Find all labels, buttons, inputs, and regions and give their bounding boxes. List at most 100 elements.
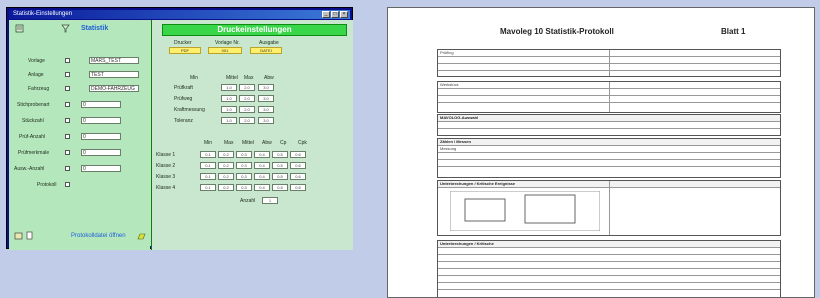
- field-label-stichprobenart: Stichprobenart: [17, 102, 50, 108]
- anlage-checkbox[interactable]: [65, 72, 70, 77]
- document-count-block: Zählen / Messen Messung: [437, 138, 781, 178]
- ausgabe-field[interactable]: DATEI: [250, 47, 282, 54]
- document-mavolog-block: MAVOLOG-Auswahl: [437, 114, 781, 136]
- grid-cell[interactable]: 0.4: [254, 151, 270, 158]
- document-interruptions-block: Unterbrechungen / Kritische: [437, 240, 781, 297]
- pruef-anzahl-input[interactable]: 0: [81, 133, 121, 140]
- grid-cell[interactable]: 0.5: [272, 162, 288, 169]
- field-label-pruefmerkmale: Prüfmerkmale: [18, 150, 50, 156]
- grid-col-header: Min: [204, 140, 213, 146]
- protocol-document-preview: Mavoleg 10 Statistik-Protokoll Blatt 1 P…: [387, 7, 815, 298]
- grid-cell[interactable]: 0.4: [254, 184, 270, 191]
- grid-cell[interactable]: 0.3: [236, 184, 252, 191]
- window-titlebar[interactable]: Statistik-Einstellungen _ □ ×: [9, 10, 350, 19]
- grid-cell[interactable]: 0.6: [290, 173, 306, 180]
- grid-cell[interactable]: 0.6: [290, 184, 306, 191]
- close-button[interactable]: ×: [340, 11, 348, 18]
- mid-cell[interactable]: 2.0: [239, 106, 255, 113]
- stueckzahl-input[interactable]: 0: [81, 117, 121, 124]
- drucker-field[interactable]: PDF: [169, 47, 201, 54]
- fahrzeug-input[interactable]: DEMO-FAHRZEUG: [89, 85, 139, 92]
- mid-cell[interactable]: 3.0: [258, 106, 274, 113]
- col-header-vorlage-nr: Vorlage Nr.: [215, 40, 240, 46]
- anlage-input[interactable]: TEST: [89, 71, 139, 78]
- grid-cell[interactable]: 0.1: [200, 162, 216, 169]
- col-header-drucker: Drucker: [174, 40, 192, 46]
- window-controls: _ □ ×: [322, 11, 348, 18]
- mid-cell[interactable]: 1.0: [221, 84, 237, 91]
- field-label-anlage: Anlage: [28, 72, 44, 78]
- grid-cell[interactable]: 0.3: [236, 162, 252, 169]
- grid-row-label: Klasse 3: [156, 174, 176, 180]
- mid-cell[interactable]: 2.0: [239, 84, 255, 91]
- doc-section-label: Prüfling: [440, 50, 454, 55]
- right-panel: Druckeinstellungen Drucker Vorlage Nr. A…: [151, 20, 353, 250]
- mid-cell[interactable]: 1.0: [221, 106, 237, 113]
- grid-cell[interactable]: 0.6: [290, 162, 306, 169]
- document-info-block: Werkstück: [437, 81, 781, 113]
- document-title: Mavoleg 10 Statistik-Protokoll: [500, 27, 614, 36]
- document-header-block: Prüfling: [437, 49, 781, 77]
- grid-cell[interactable]: 0.3: [236, 173, 252, 180]
- grid-cell[interactable]: 0.2: [218, 162, 234, 169]
- grid-cell[interactable]: 0.5: [272, 184, 288, 191]
- grid-col-header: Cp: [280, 140, 287, 146]
- ausw-anzahl-checkbox[interactable]: [65, 166, 70, 171]
- doc-section-label: Unterbrechungen / Kritische: [440, 241, 494, 246]
- grid-cell[interactable]: 0.1: [200, 151, 216, 158]
- document-mini-chart: [450, 191, 600, 231]
- window-client-area: Statistik Vorlage MARS_TEST Anlage TEST …: [9, 20, 353, 250]
- mid-cell[interactable]: 3.0: [258, 95, 274, 102]
- doc-section-label: Unterbrechungen / Kritische Ereignisse: [440, 181, 516, 186]
- grid-cell[interactable]: 0.5: [272, 173, 288, 180]
- settings-icon[interactable]: [15, 24, 24, 33]
- stichprobenart-checkbox[interactable]: [65, 102, 70, 107]
- mid-cell[interactable]: 2.0: [239, 95, 255, 102]
- maximize-button[interactable]: □: [331, 11, 339, 18]
- mid-cell[interactable]: 1.0: [221, 95, 237, 102]
- doc-section-label: Werkstück: [440, 82, 459, 87]
- vorlage-nr-field[interactable]: 001: [208, 47, 242, 54]
- pruefmerkmale-checkbox[interactable]: [65, 150, 70, 155]
- ausw-anzahl-input[interactable]: 0: [81, 165, 121, 172]
- document-events-block: Unterbrechungen / Kritische Ereignisse: [437, 180, 781, 236]
- grid-cell[interactable]: 0.2: [218, 151, 234, 158]
- folder-icon[interactable]: [14, 231, 23, 240]
- grid-cell[interactable]: 0.3: [236, 151, 252, 158]
- mid-cell[interactable]: 3.0: [258, 84, 274, 91]
- mid-cell[interactable]: 3.0: [258, 117, 274, 124]
- grid-cell[interactable]: 0.5: [272, 151, 288, 158]
- grid-cell[interactable]: 0.2: [218, 173, 234, 180]
- field-label-vorlage: Vorlage: [28, 58, 45, 64]
- minimize-button[interactable]: _: [322, 11, 330, 18]
- vorlage-input[interactable]: MARS_TEST: [89, 57, 139, 64]
- grid-col-header: Cpk: [298, 140, 307, 146]
- statistik-window: Statistik-Einstellungen _ □ × Statistik …: [6, 7, 353, 250]
- right-panel-title: Druckeinstellungen: [162, 24, 347, 36]
- filter-icon[interactable]: [61, 24, 70, 33]
- grid-cell[interactable]: 0.2: [218, 184, 234, 191]
- mid-cell[interactable]: 1.0: [221, 117, 237, 124]
- mid-cell[interactable]: 2.0: [239, 117, 255, 124]
- summary-input[interactable]: 1: [262, 197, 278, 204]
- vorlage-checkbox[interactable]: [65, 58, 70, 63]
- mid-row-label: Kraftmessung: [174, 107, 205, 113]
- field-label-pruef-anzahl: Prüf-Anzahl: [19, 134, 46, 140]
- field-label-ausw-anzahl: Ausw.-Anzahl: [14, 166, 45, 172]
- pruef-anzahl-checkbox[interactable]: [65, 134, 70, 139]
- stueckzahl-checkbox[interactable]: [65, 118, 70, 123]
- document-icon[interactable]: [25, 231, 34, 240]
- protokoll-checkbox[interactable]: [65, 182, 70, 187]
- stichprobenart-input[interactable]: 0: [81, 101, 121, 108]
- grid-cell[interactable]: 0.1: [200, 173, 216, 180]
- left-panel-title: Statistik: [81, 25, 109, 32]
- fahrzeug-checkbox[interactable]: [65, 86, 70, 91]
- pruefmerkmale-input[interactable]: 0: [81, 149, 121, 156]
- grid-cell[interactable]: 0.1: [200, 184, 216, 191]
- grid-cell[interactable]: 0.6: [290, 151, 306, 158]
- grid-cell[interactable]: 0.4: [254, 173, 270, 180]
- mid-row-label: Prüfweg: [174, 96, 193, 102]
- open-protocol-label[interactable]: Protokolldatei öffnen: [71, 233, 126, 239]
- open-file-icon[interactable]: [137, 231, 146, 240]
- grid-cell[interactable]: 0.4: [254, 162, 270, 169]
